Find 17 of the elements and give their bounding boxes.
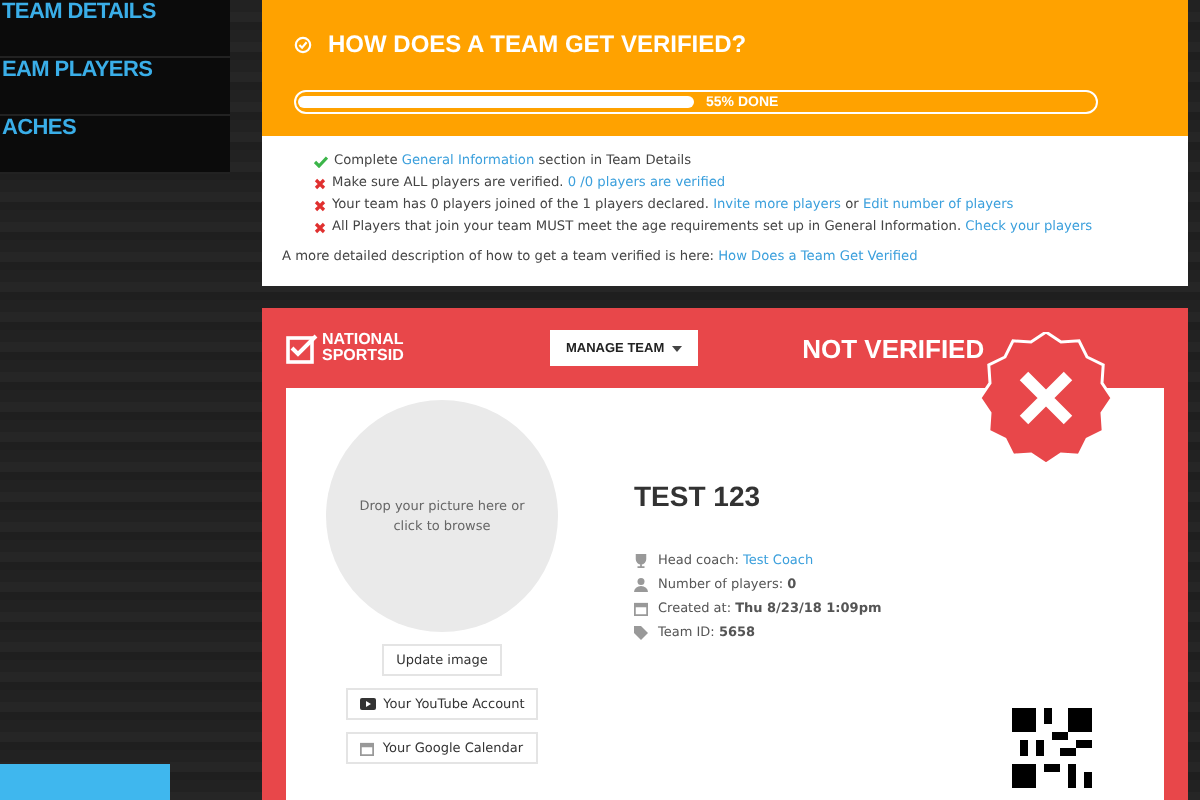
trophy-icon xyxy=(634,553,648,567)
qr-code-drawing xyxy=(1012,708,1092,788)
status-title: NOT VERIFIED xyxy=(802,333,985,363)
sidebar-item[interactable]: ACHES xyxy=(0,116,230,174)
user-icon xyxy=(634,577,648,591)
calendar-icon xyxy=(634,601,648,615)
card-title: HOW DOES A TEAM GET VERIFIED? xyxy=(328,30,747,58)
checkbox-logo-icon xyxy=(286,333,318,363)
video-icon xyxy=(359,698,376,710)
sidebar-item[interactable]: EAM PLAYERS xyxy=(0,58,230,116)
team-name: TEST 123 xyxy=(634,480,763,512)
check-circle-icon xyxy=(294,35,312,53)
calendar-icon xyxy=(360,741,375,755)
caret-icon xyxy=(672,345,683,351)
tag-icon xyxy=(634,625,648,639)
logo-text: NATIONAL SPORTSID xyxy=(322,332,404,364)
sidebar-item[interactable]: TEAM DETAILS xyxy=(0,0,230,58)
